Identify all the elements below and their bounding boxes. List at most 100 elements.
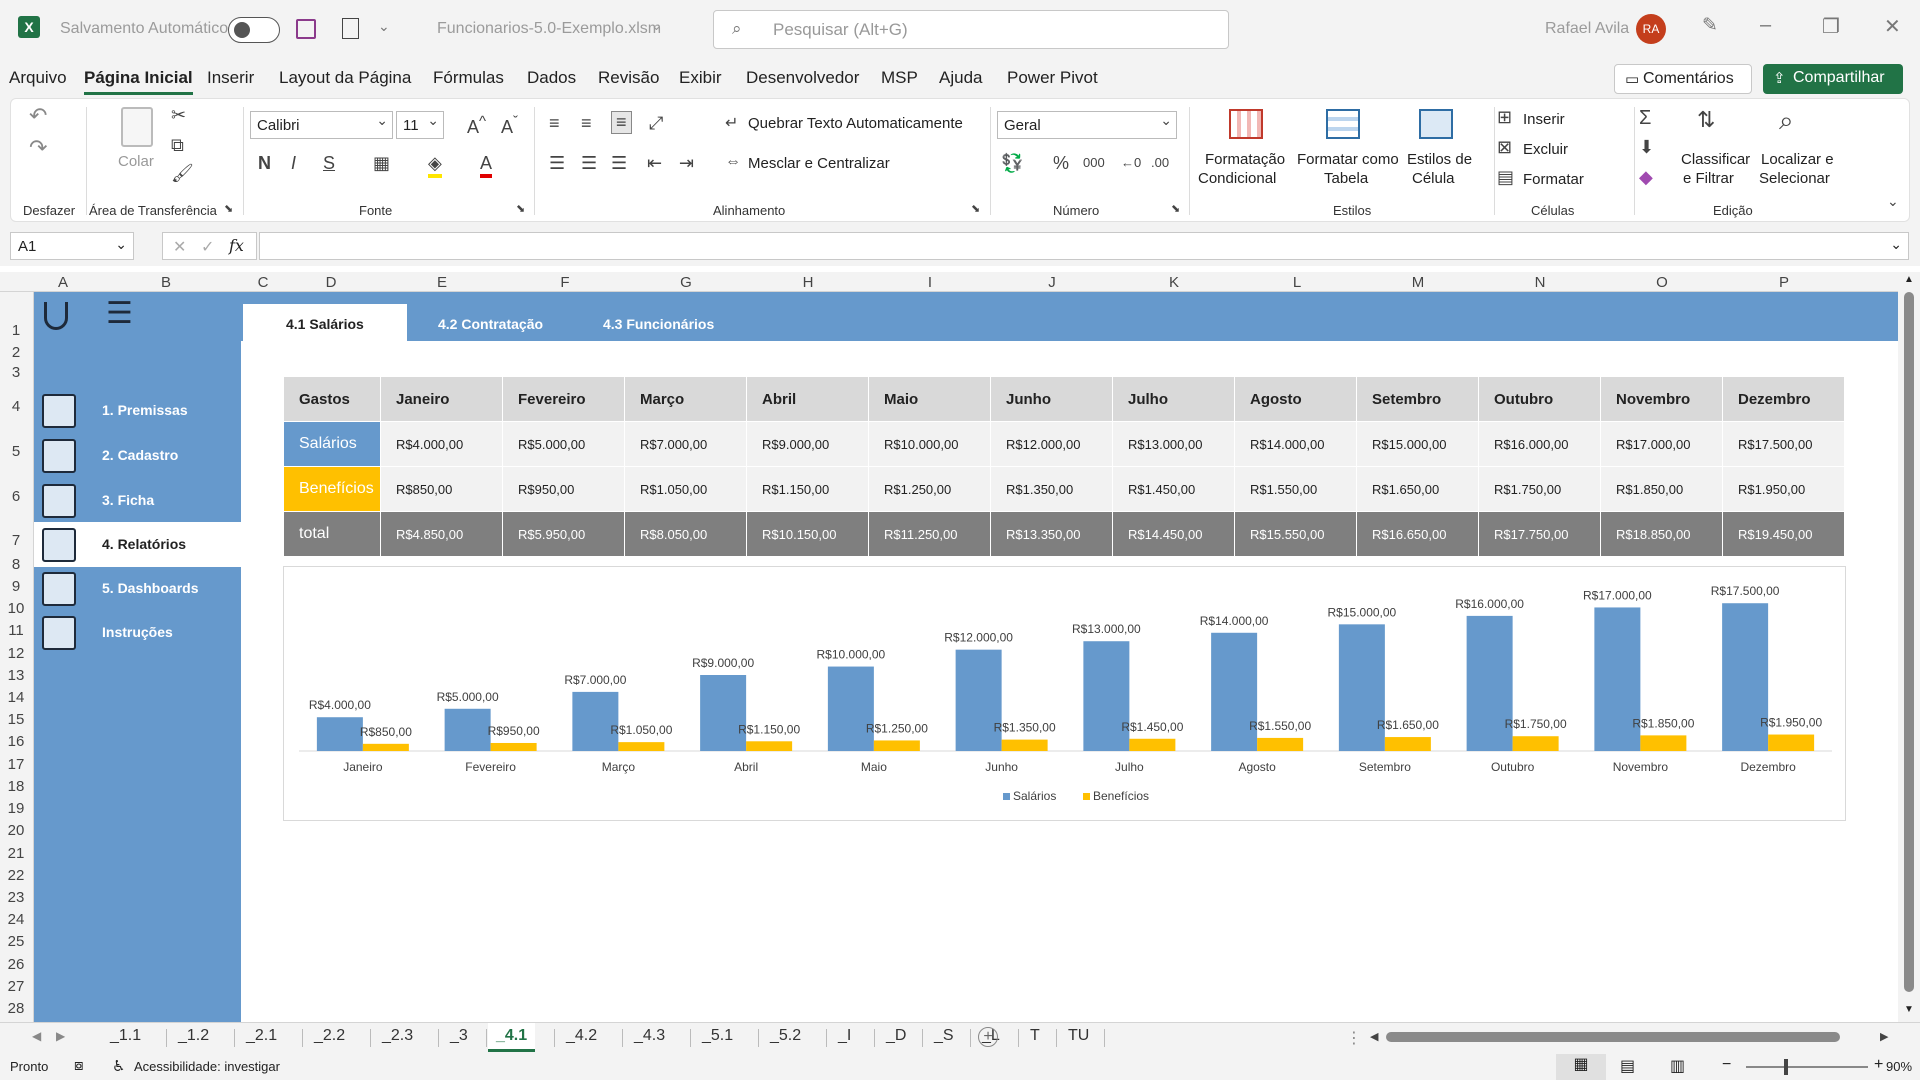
cut-icon[interactable]: ✂ [171, 105, 186, 126]
expand-formula-icon[interactable]: ⌄ [1890, 236, 1902, 253]
page-break-icon[interactable]: ▥ [1670, 1056, 1685, 1076]
row-header[interactable]: 1 [0, 322, 32, 339]
paste-label[interactable]: Colar [118, 153, 154, 170]
wrap-text-icon[interactable]: ↵ [725, 113, 738, 133]
bar-beneficios[interactable] [1384, 737, 1431, 751]
find-select-label-2[interactable]: Selecionar [1759, 170, 1830, 187]
macro-record-icon[interactable]: ⧇ [74, 1057, 84, 1074]
delete-cells-button[interactable]: Excluir [1523, 141, 1568, 158]
column-header[interactable]: C [253, 274, 273, 291]
tab-salarios[interactable]: 4.1 Salários [286, 316, 364, 332]
row-header[interactable]: 18 [0, 778, 32, 795]
row-header[interactable]: 21 [0, 845, 32, 862]
zoom-slider[interactable] [1746, 1066, 1868, 1068]
alignment-launcher-icon[interactable]: ⬊ [971, 202, 980, 215]
format-table-label-2[interactable]: Tabela [1324, 170, 1368, 187]
column-header[interactable]: A [53, 274, 73, 291]
bar-beneficios[interactable] [618, 742, 665, 751]
row-header[interactable]: 11 [0, 622, 32, 639]
copy-icon[interactable]: ⧉ [171, 135, 184, 156]
column-header[interactable]: K [1164, 274, 1184, 291]
minimize-icon[interactable]: – [1760, 14, 1771, 37]
font-launcher-icon[interactable]: ⬊ [516, 202, 525, 215]
find-select-label-1[interactable]: Localizar e [1761, 151, 1834, 168]
thousands-icon[interactable]: 000 [1083, 155, 1105, 170]
bar-salarios[interactable] [955, 649, 1002, 751]
menu-layout[interactable]: Layout da Página [279, 68, 411, 88]
sheet-tab[interactable]: _2.1 [246, 1027, 277, 1045]
accessibility-status[interactable]: Acessibilidade: investigar [134, 1059, 280, 1074]
row-header[interactable]: 9 [0, 578, 32, 595]
column-header[interactable]: B [156, 274, 176, 291]
autosave-toggle[interactable] [228, 17, 280, 43]
row-header[interactable]: 15 [0, 711, 32, 728]
sort-filter-label-1[interactable]: Classificar [1681, 151, 1750, 168]
sheet-tab[interactable]: _1.2 [178, 1027, 209, 1045]
clipboard-launcher-icon[interactable]: ⬊ [224, 202, 233, 215]
align-right-icon[interactable]: ☰ [611, 153, 627, 174]
search-box[interactable]: ⌕ Pesquisar (Alt+G) [713, 10, 1229, 49]
nav-item-2[interactable]: 2. Cadastro [34, 433, 241, 478]
horizontal-scroll-thumb[interactable] [1386, 1032, 1840, 1042]
font-name-select[interactable]: Calibri [250, 111, 393, 139]
row-header[interactable]: 23 [0, 889, 32, 906]
filename-chevron-icon[interactable]: ⌄ [651, 18, 662, 34]
number-format-select[interactable]: Geral [997, 111, 1177, 139]
sheet-tab[interactable]: _4.3 [634, 1027, 665, 1045]
orientation-icon[interactable]: ⤢ [649, 113, 663, 134]
bar-beneficios[interactable] [1129, 738, 1176, 751]
bar-beneficios[interactable] [1640, 735, 1687, 751]
bar-beneficios[interactable] [490, 742, 537, 751]
delete-cells-icon[interactable]: ⊠ [1497, 137, 1512, 158]
menu-inserir[interactable]: Inserir [207, 68, 254, 88]
bar-beneficios[interactable] [746, 741, 793, 751]
hamburger-menu-icon[interactable]: ☰ [106, 296, 133, 331]
bar-salarios[interactable] [827, 666, 874, 751]
cancel-icon[interactable]: ✕ [173, 237, 186, 257]
zoom-level[interactable]: 90% [1886, 1059, 1912, 1074]
sort-filter-label-2[interactable]: e Filtrar [1683, 170, 1734, 187]
menu-msp[interactable]: MSP [881, 68, 918, 88]
column-header[interactable]: J [1042, 274, 1062, 291]
format-cells-icon[interactable]: ▤ [1497, 167, 1514, 188]
sheet-tab[interactable]: TU [1068, 1027, 1089, 1045]
menu-pagina-inicial[interactable]: Página Inicial [84, 68, 193, 95]
align-center-icon[interactable]: ☰ [581, 153, 597, 174]
row-header[interactable]: 7 [0, 532, 32, 549]
bar-beneficios[interactable] [1001, 739, 1048, 751]
sheet-tab[interactable]: _D [886, 1027, 906, 1045]
chevron-down-icon[interactable]: ⌄ [115, 236, 127, 253]
row-header[interactable]: 14 [0, 689, 32, 706]
column-header[interactable]: E [432, 274, 452, 291]
scroll-left-icon[interactable]: ◀ [1370, 1030, 1378, 1043]
column-header[interactable]: N [1530, 274, 1550, 291]
zoom-in-icon[interactable]: + [1874, 1056, 1883, 1074]
formula-input[interactable]: ⌄ [259, 232, 1909, 260]
sheet-tab[interactable]: _4.2 [566, 1027, 597, 1045]
prev-sheet-icon[interactable]: ◀ [32, 1029, 41, 1043]
menu-revisao[interactable]: Revisão [598, 68, 659, 88]
bar-salarios[interactable] [1211, 632, 1258, 751]
share-button[interactable]: ⇪ Compartilhar [1763, 64, 1903, 94]
bar-salarios[interactable] [700, 675, 747, 751]
print-preview-icon[interactable] [342, 18, 359, 39]
row-header[interactable]: 16 [0, 733, 32, 750]
row-header[interactable]: 19 [0, 800, 32, 817]
sheet-tab[interactable]: _5.1 [702, 1027, 733, 1045]
align-top-icon[interactable]: ≡ [549, 113, 560, 134]
format-table-label-1[interactable]: Formatar como [1297, 151, 1399, 168]
column-header[interactable]: L [1287, 274, 1307, 291]
wrap-text-button[interactable]: Quebrar Texto Automaticamente [748, 115, 963, 132]
vertical-scroll-thumb[interactable] [1904, 292, 1914, 992]
insert-function-icon[interactable]: fx [229, 236, 244, 255]
insert-cells-icon[interactable]: ⊞ [1497, 107, 1512, 128]
nav-item-5[interactable]: 5. Dashboards [34, 566, 241, 611]
row-header[interactable]: 24 [0, 911, 32, 928]
row-header[interactable]: 28 [0, 1000, 32, 1017]
bar-salarios[interactable] [444, 708, 491, 751]
increase-decimal-icon[interactable]: ←0 [1121, 155, 1141, 170]
bar-beneficios[interactable] [1768, 734, 1815, 751]
fill-icon[interactable]: ⬇ [1639, 137, 1654, 158]
row-header[interactable]: 17 [0, 756, 32, 773]
align-bottom-icon[interactable]: ≡ [611, 111, 632, 134]
